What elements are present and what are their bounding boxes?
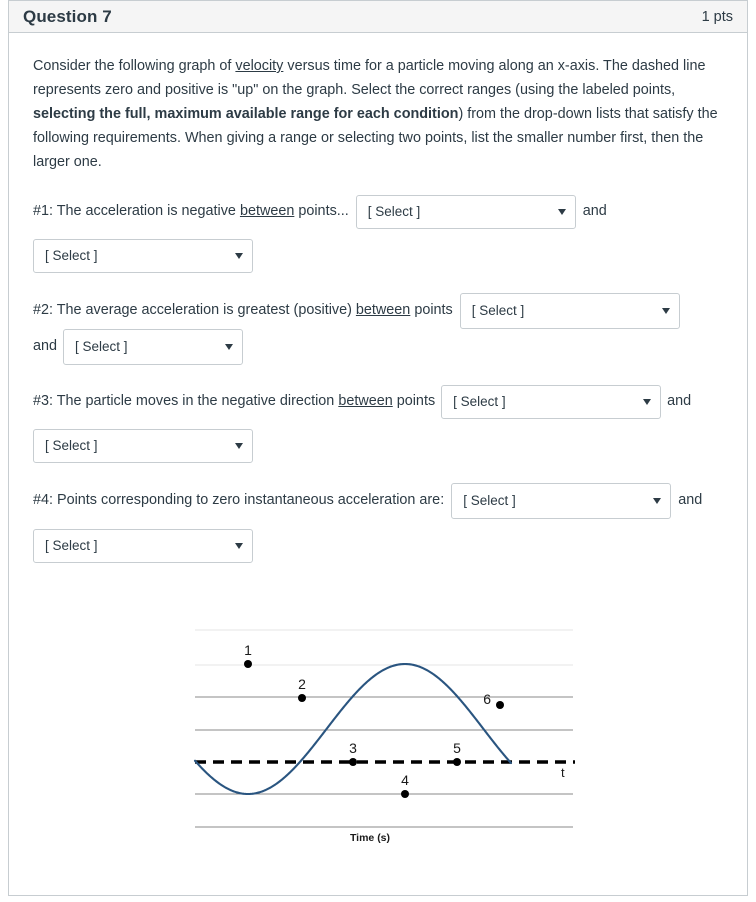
chart-point-label-5: 5: [453, 740, 461, 756]
requirement-4-line-2: [ Select ]: [33, 519, 723, 563]
requirement-3: #3: The particle moves in the negative d…: [33, 384, 723, 463]
requirement-4-select-a-label: [ Select ]: [463, 492, 516, 508]
chart-point-1: [244, 660, 252, 668]
requirement-4-select-a[interactable]: [ Select ]: [451, 482, 672, 519]
chevron-down-icon: [661, 307, 670, 314]
requirement-1-line-2: [ Select ]: [33, 229, 723, 273]
requirement-1-text-after: points...: [294, 203, 349, 219]
requirement-3-select-b-label: [ Select ]: [45, 437, 98, 453]
chart-point-label-3: 3: [349, 740, 357, 756]
requirement-2-select-a[interactable]: [ Select ]: [459, 292, 680, 329]
requirement-2-select-a-label: [ Select ]: [471, 302, 525, 318]
chevron-down-icon: [225, 343, 234, 350]
chart-point-label-1: 1: [244, 642, 252, 658]
requirement-1-line-1: #1: The acceleration is negative between…: [33, 194, 723, 229]
question-body: Consider the following graph of velocity…: [9, 33, 747, 563]
requirement-1-select-a-label: [ Select ]: [367, 203, 421, 219]
requirement-4-text-before: #4: Points corresponding to zero instant…: [33, 492, 445, 508]
chart-point-2: [298, 694, 306, 702]
requirement-2-underlined-word: between: [355, 302, 411, 318]
requirement-1-underlined-word: between: [239, 203, 295, 219]
prompt-bold-emphasis: selecting the full, maximum available ra…: [33, 105, 459, 122]
requirement-1-select-a[interactable]: [ Select ]: [355, 194, 576, 229]
question-prompt: Consider the following graph of velocity…: [33, 55, 723, 175]
requirement-1-select-b[interactable]: [ Select ]: [33, 238, 253, 273]
requirement-2-text-before: #2: The average acceleration is greatest…: [33, 302, 356, 318]
chart-t-axis-label: t: [561, 765, 565, 780]
requirement-1: #1: The acceleration is negative between…: [33, 194, 723, 273]
requirement-4-conjunction: and: [678, 492, 703, 508]
requirement-2-line-2: and [ Select ]: [33, 328, 723, 365]
question-header: Question 7 1 pts: [9, 0, 747, 33]
chevron-down-icon: [653, 497, 662, 504]
requirement-3-underlined-word: between: [338, 393, 393, 409]
chart-point-5: [453, 758, 461, 766]
chart-point-markers: [244, 660, 504, 798]
chart-point-4: [401, 790, 409, 798]
chevron-down-icon: [557, 208, 566, 215]
requirement-3-line-2: [ Select ]: [33, 419, 723, 463]
requirement-2-select-b[interactable]: [ Select ]: [63, 328, 244, 365]
page-title: Question 7: [23, 6, 112, 26]
requirement-1-conjunction: and: [582, 203, 607, 219]
requirement-2-text-after: points: [410, 302, 453, 318]
requirement-3-conjunction: and: [667, 393, 692, 409]
prompt-underline-velocity: velocity: [235, 58, 284, 74]
requirement-2-select-b-label: [ Select ]: [75, 338, 128, 354]
requirement-3-line-1: #3: The particle moves in the negative d…: [33, 384, 723, 419]
chevron-down-icon: [643, 398, 652, 405]
requirement-3-select-a[interactable]: [ Select ]: [441, 384, 662, 419]
requirement-3-text-after: points: [392, 393, 436, 409]
chart-point-labels: 1 2 3 4 5 6: [244, 642, 491, 788]
question-points: 1 pts: [701, 8, 733, 25]
requirement-3-select-b[interactable]: [ Select ]: [33, 428, 253, 463]
requirement-1-select-b-label: [ Select ]: [45, 247, 98, 263]
chart-x-axis-label: Time (s): [350, 832, 390, 844]
requirement-2-line-1: #2: The average acceleration is greatest…: [33, 292, 723, 329]
requirement-3-text-before: #3: The particle moves in the negative d…: [33, 393, 339, 409]
prompt-part-1: Consider the following graph of: [33, 58, 236, 74]
requirement-4-select-b[interactable]: [ Select ]: [33, 528, 253, 563]
chart-point-label-4: 4: [401, 772, 409, 788]
chart-velocity-curve: [193, 662, 513, 796]
chevron-down-icon: [235, 542, 243, 549]
requirement-4-line-1: #4: Points corresponding to zero instant…: [33, 482, 723, 519]
velocity-time-chart-svg: 1 2 3 4 5 6 t Time (s): [193, 629, 575, 844]
requirement-2-conjunction: and: [33, 338, 58, 354]
requirement-4: #4: Points corresponding to zero instant…: [33, 482, 723, 563]
chart-point-3: [349, 758, 357, 766]
requirement-1-text-before: #1: The acceleration is negative: [33, 203, 240, 219]
chart-point-6: [496, 701, 504, 709]
requirement-4-select-b-label: [ Select ]: [45, 537, 98, 553]
velocity-time-graph: 1 2 3 4 5 6 t Time (s): [9, 620, 749, 860]
chart-point-label-6: 6: [483, 691, 491, 707]
chevron-down-icon: [235, 442, 243, 449]
chart-point-label-2: 2: [298, 676, 306, 692]
requirement-3-select-a-label: [ Select ]: [453, 393, 506, 409]
question-card: Question 7 1 pts Consider the following …: [8, 0, 748, 896]
chevron-down-icon: [235, 252, 243, 259]
requirement-2: #2: The average acceleration is greatest…: [33, 292, 723, 365]
